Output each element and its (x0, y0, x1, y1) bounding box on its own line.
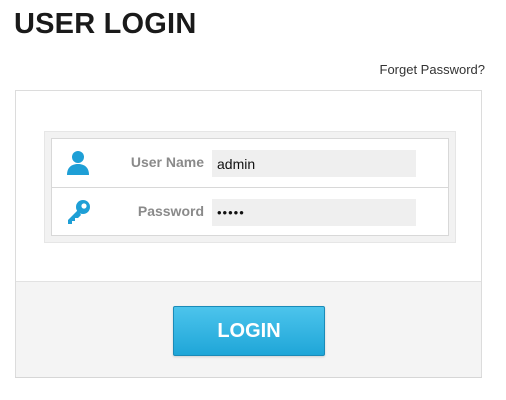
password-label: Password (137, 203, 204, 219)
form-area: User Name Password (16, 91, 481, 281)
form-footer: LOGIN (16, 281, 481, 377)
username-input[interactable] (212, 150, 416, 177)
login-button[interactable]: LOGIN (173, 306, 325, 356)
credentials-fields: User Name Password (51, 138, 449, 236)
username-row: User Name (52, 139, 448, 188)
password-row: Password (52, 188, 448, 236)
login-panel: User Name Password LOGI (15, 90, 482, 378)
username-label: User Name (130, 154, 204, 170)
credentials-box: User Name Password (44, 131, 456, 243)
forget-password-link[interactable]: Forget Password? (380, 62, 486, 77)
page-title: USER LOGIN (14, 8, 197, 40)
password-input[interactable] (212, 199, 416, 226)
